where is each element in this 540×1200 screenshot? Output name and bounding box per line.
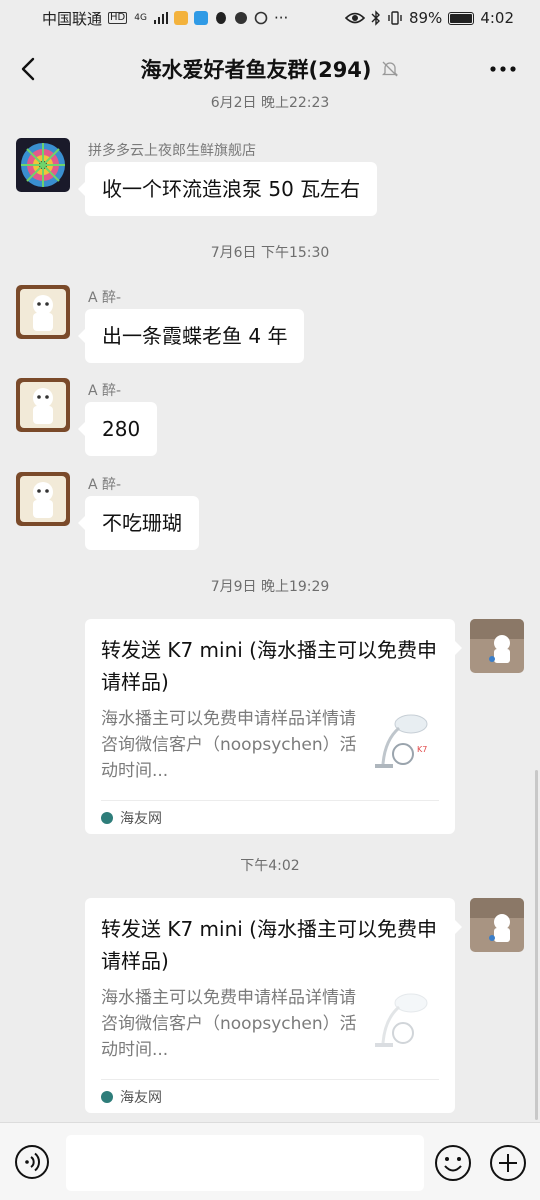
shared-link-card[interactable]: 转发送 K7 mini (海水播主可以免费申请样品) 海水播主可以免费申请样品详…	[85, 619, 462, 834]
card-title: 转发送 K7 mini (海水播主可以免费申请样品)	[101, 638, 437, 694]
battery-percent: 89%	[408, 9, 443, 27]
card-description: 海水播主可以免费申请样品详情请咨询微信客户（noopsychen）活动时间...	[101, 988, 357, 1060]
sender-name: 拼多多云上夜郎生鲜旗舰店	[88, 143, 256, 159]
vibrate-icon	[388, 11, 402, 25]
plus-icon[interactable]	[489, 1144, 527, 1182]
card-body: 海水播主可以免费申请样品详情请咨询微信客户（noopsychen）活动时间...	[101, 985, 439, 1065]
search-app-icon	[193, 11, 208, 25]
scrollbar[interactable]	[535, 770, 538, 1120]
user-avatar-image	[16, 472, 70, 526]
avatar[interactable]	[16, 138, 70, 192]
card-source-name: 海友网	[120, 810, 162, 827]
message-bubble[interactable]: 收一个环流造浪泵 50 瓦左右	[77, 162, 378, 216]
status-bar-right: 89% 4:02	[344, 9, 514, 27]
eye-icon	[344, 12, 365, 24]
back-button[interactable]	[14, 53, 46, 85]
timestamp: 7月6日 下午15:30	[210, 245, 330, 261]
timestamp: 7月9日 晚上19:29	[210, 579, 330, 595]
chat-header: 海水爱好者鱼友群(294)	[0, 40, 540, 98]
source-logo-icon	[101, 1090, 113, 1103]
shared-link-card[interactable]: 转发送 K7 mini (海水播主可以免费申请样品) 海水播主可以免费申请样品详…	[85, 898, 462, 1113]
message-bubble[interactable]: 不吃珊瑚	[78, 496, 199, 550]
qq-icon	[215, 12, 226, 24]
avatar[interactable]	[16, 472, 70, 526]
bluetooth-icon	[371, 10, 380, 26]
input-bar	[0, 1122, 540, 1200]
card-source: 海友网	[101, 801, 439, 834]
card-title: 转发送 K7 mini (海水播主可以免费申请样品)	[101, 917, 437, 973]
message-bubble[interactable]: 280	[77, 402, 158, 456]
more-status-indicator: ···	[273, 9, 289, 27]
status-time: 4:02	[480, 9, 514, 27]
status-bar-left: 中国联通 HD 4G ···	[42, 8, 288, 29]
more-options-button[interactable]	[488, 58, 518, 80]
signal-icon	[153, 12, 168, 24]
my-avatar-image	[470, 898, 524, 952]
my-avatar[interactable]	[470, 898, 524, 952]
avatar[interactable]	[16, 378, 70, 432]
card-description: 海水播主可以免费申请样品详情请咨询微信客户（noopsychen）活动时间...	[101, 709, 357, 781]
sync-icon	[254, 11, 268, 25]
chat-message-list[interactable]: 6月2日 晚上22:23 拼多多云上夜郎生鲜旗舰店 收一个环流造浪泵 50 瓦左…	[0, 96, 540, 1126]
product-thumbnail-image	[367, 985, 439, 1057]
browser-icon	[234, 12, 247, 24]
status-bar: 中国联通 HD 4G ··· 89% 4:02	[0, 0, 540, 36]
battery-icon	[448, 11, 475, 25]
card-source: 海友网	[101, 1080, 439, 1113]
source-logo-icon	[101, 811, 113, 824]
coral-avatar-image	[16, 138, 70, 192]
user-avatar-image	[16, 285, 70, 339]
avatar[interactable]	[16, 285, 70, 339]
card-source-name: 海友网	[120, 1089, 162, 1106]
product-thumbnail-image: K7	[367, 706, 439, 778]
voice-icon[interactable]	[14, 1144, 50, 1180]
timestamp: 下午4:02	[240, 858, 300, 874]
app-notification-icon	[173, 11, 188, 25]
bell-muted-icon	[381, 61, 398, 77]
hd-badge: HD	[108, 12, 128, 24]
user-avatar-image	[16, 378, 70, 432]
emoji-icon[interactable]	[434, 1144, 472, 1182]
message-input[interactable]	[66, 1135, 424, 1191]
sender-name: A 醉-	[88, 383, 122, 399]
sender-name: A 醉-	[88, 290, 122, 306]
message-bubble[interactable]: 出一条霞蝶老鱼 4 年	[77, 309, 305, 363]
my-avatar-image	[470, 619, 524, 673]
carrier-label: 中国联通	[42, 9, 103, 28]
svg-text:K7: K7	[417, 745, 427, 754]
my-avatar[interactable]	[470, 619, 524, 673]
sender-name: A 醉-	[88, 477, 122, 493]
page-title: 海水爱好者鱼友群(294)	[140, 58, 372, 82]
card-body: 海水播主可以免费申请样品详情请咨询微信客户（noopsychen）活动时间...…	[101, 706, 439, 786]
network-label: 4G	[134, 13, 147, 23]
timestamp: 6月2日 晚上22:23	[210, 96, 330, 111]
